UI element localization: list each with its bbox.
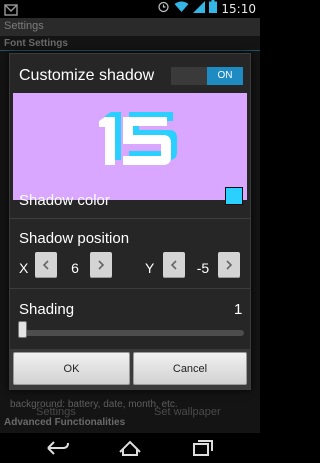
shadow-toggle[interactable]: ON [171,67,243,85]
shading-slider-thumb[interactable] [18,321,27,338]
shadow-color-swatch[interactable] [225,187,243,205]
shadow-color-label: Shadow color [19,192,110,209]
shadow-position-label: Shadow position [19,230,130,247]
divider [10,218,250,219]
dialog-title: Customize shadow [19,67,155,84]
chevron-left-icon [170,260,177,270]
y-decrement-button[interactable] [163,252,185,278]
dialog-header: Customize shadow ON [10,54,250,94]
y-increment-button[interactable] [218,252,240,278]
alarm-icon [157,0,170,18]
background-action-bar: Settings [0,18,260,36]
chevron-left-icon [42,260,49,270]
background-title: Settings [4,20,44,32]
preview-digits-graphic [99,112,177,165]
chevron-right-icon [98,260,105,270]
shading-value: 1 [234,301,243,318]
section-advanced-functionalities: Advanced Functionalities [4,417,126,428]
signal-icon [193,0,206,18]
x-decrement-button[interactable] [35,252,57,278]
chevron-right-icon [226,260,233,270]
shading-slider[interactable] [19,330,244,336]
shading-label: Shading [19,301,75,318]
home-icon[interactable] [117,438,143,458]
status-time: 15:10 [221,2,256,16]
y-value: -5 [196,260,210,276]
divider [10,288,250,289]
x-label: X [19,260,29,276]
section-divider [0,50,260,51]
ok-button[interactable]: OK [13,352,130,385]
background-wallpaper-button: Set wallpaper [154,406,221,418]
x-increment-button[interactable] [90,252,112,278]
recents-icon[interactable] [190,438,216,458]
battery-icon [209,0,218,18]
notification-icon [4,3,18,16]
section-font-settings: Font Settings [4,38,68,49]
cancel-button[interactable]: Cancel [133,352,247,385]
shadow-color-row[interactable]: Shadow color [10,186,250,216]
status-bar: 15:10 [0,0,260,18]
wifi-icon [174,0,189,18]
navigation-bar [0,433,260,463]
toggle-on-label: ON [207,67,243,85]
back-icon[interactable] [45,438,71,458]
x-value: 6 [71,260,79,276]
customize-shadow-dialog: Customize shadow ON Shadow color Shadow … [9,53,251,390]
shadow-preview [13,93,247,200]
dialog-button-bar: OK Cancel [10,349,250,389]
y-label: Y [145,260,155,276]
